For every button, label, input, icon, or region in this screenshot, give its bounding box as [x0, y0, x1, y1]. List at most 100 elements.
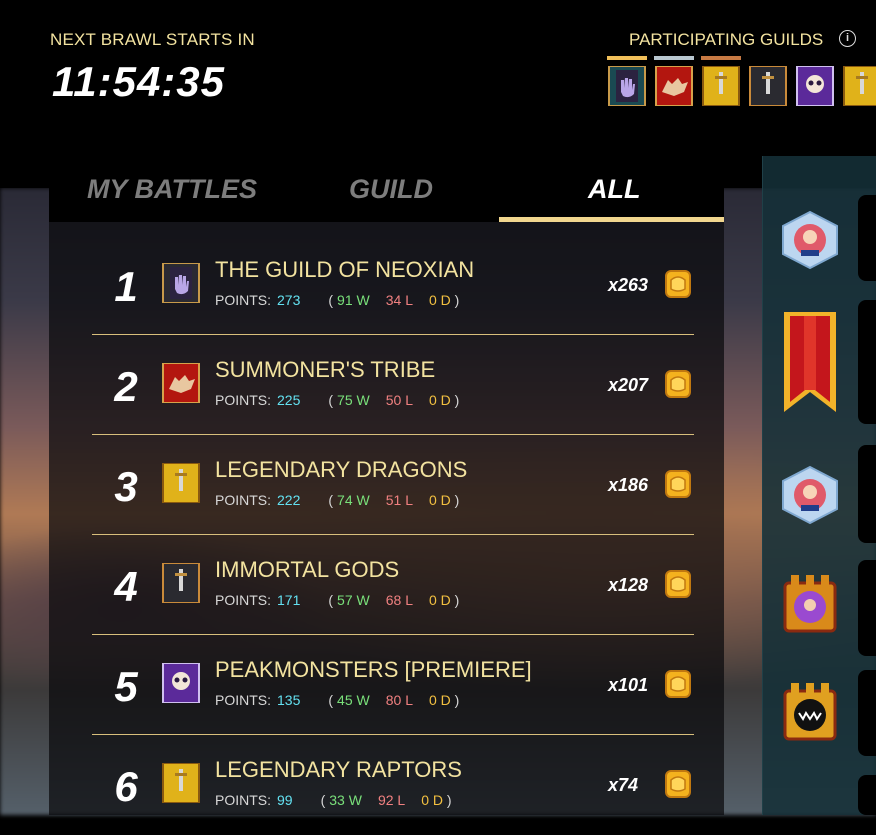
draws-value: 0 D	[428, 392, 451, 408]
merit-icon	[665, 670, 691, 698]
paren-open: (	[328, 392, 334, 408]
skull-purple-banner-icon[interactable]	[795, 66, 835, 106]
next-brawl-label: NEXT BRAWL STARTS IN	[50, 30, 255, 49]
points-label: POINTS:	[215, 692, 272, 708]
merit-icon	[665, 270, 691, 298]
participating-guilds-label: PARTICIPATING GUILDS	[629, 30, 824, 49]
losses-value: 34 L	[385, 292, 413, 308]
points-value: 99	[277, 792, 293, 808]
hand-banner-icon[interactable]	[607, 66, 647, 106]
summoner-avatar-icon[interactable]	[779, 210, 841, 270]
reward-multiplier: x74	[608, 775, 639, 795]
guild-rank: 6	[114, 763, 138, 810]
reward-multiplier: x207	[608, 375, 649, 395]
draws-value: 0 D	[428, 292, 451, 308]
guild-row[interactable]: 1 THE GUILD OF NEOXIAN POINTS: 273 (91 W 34…	[92, 235, 694, 335]
sword-gold-banner-icon	[162, 463, 200, 503]
guild-name[interactable]: LEGENDARY DRAGONS	[215, 457, 467, 483]
side-card	[858, 445, 876, 543]
reward-multiplier: x263	[608, 275, 649, 295]
paren-open: (	[320, 792, 326, 808]
paren-close: )	[443, 792, 452, 808]
guild-stats: POINTS: 135 (45 W 80 L 0 D )	[215, 692, 459, 708]
points-value: 222	[277, 492, 301, 508]
guild-stats: POINTS: 222 (74 W 51 L 0 D )	[215, 492, 459, 508]
draws-value: 0 D	[428, 592, 451, 608]
points-label: POINTS:	[215, 492, 272, 508]
guild-row[interactable]: 6 LEGENDARY RAPTORS POINTS: 99 (33 W 92 L 0 …	[92, 735, 694, 835]
paren-open: (	[328, 292, 334, 308]
info-icon[interactable]: i	[839, 30, 856, 47]
paren-open: (	[328, 592, 334, 608]
merit-icon	[665, 370, 691, 398]
sword-gold-banner-icon[interactable]	[842, 66, 876, 106]
reward-multiplier: x128	[608, 575, 649, 595]
sword-dark-banner-icon	[162, 563, 200, 603]
wins-value: 91 W	[337, 292, 370, 308]
paren-open: (	[328, 492, 334, 508]
tab-my-battles[interactable]: MY BATTLES	[87, 174, 257, 205]
reward-multiplier: x101	[608, 675, 649, 695]
guild-row[interactable]: 3 LEGENDARY DRAGONS POINTS: 222 (74 W 51 L 0…	[92, 435, 694, 535]
wins-value: 33 W	[329, 792, 362, 808]
active-tab-underline	[499, 217, 724, 222]
guild-row[interactable]: 2 SUMMONER'S TRIBE POINTS: 225 (75 W 50 L 0 …	[92, 335, 694, 435]
guild-stats: POINTS: 225 (75 W 50 L 0 D )	[215, 392, 459, 408]
paren-close: )	[450, 692, 460, 708]
rank-bar-gold	[607, 56, 647, 60]
paren-open: (	[328, 692, 334, 708]
tab-all[interactable]: ALL	[588, 174, 640, 205]
castle-crest-icon[interactable]	[779, 575, 841, 639]
wins-value: 57 W	[337, 592, 370, 608]
paren-close: )	[450, 292, 460, 308]
guild-row[interactable]: 5 PEAKMONSTERS [PREMIERE] POINTS: 135 (45 …	[92, 635, 694, 735]
monster-crest-icon[interactable]	[779, 683, 841, 747]
wolf-banner-icon[interactable]	[654, 66, 694, 106]
points-label: POINTS:	[215, 292, 272, 308]
wolf-banner-icon	[162, 363, 200, 403]
guild-name[interactable]: THE GUILD OF NEOXIAN	[215, 257, 474, 283]
guild-name[interactable]: IMMORTAL GODS	[215, 557, 399, 583]
points-label: POINTS:	[215, 392, 272, 408]
hand-banner-icon	[162, 263, 200, 303]
tab-guild[interactable]: GUILD	[349, 174, 433, 205]
points-label: POINTS:	[215, 592, 272, 608]
guild-rank: 5	[114, 663, 138, 710]
guild-rank: 3	[114, 463, 138, 510]
rank-bar-bronze	[701, 56, 741, 60]
guild-stats: POINTS: 99 (33 W 92 L 0 D )	[215, 792, 452, 808]
side-card	[858, 195, 876, 281]
skull-purple-banner-icon	[162, 663, 200, 703]
side-card	[858, 775, 876, 815]
paren-close: )	[450, 392, 460, 408]
summoner-avatar-icon[interactable]	[779, 465, 841, 525]
points-value: 273	[277, 292, 301, 308]
merit-icon	[665, 570, 691, 598]
guild-name[interactable]: SUMMONER'S TRIBE	[215, 357, 435, 383]
guild-rank: 2	[114, 363, 138, 410]
rank-bar-silver	[654, 56, 694, 60]
draws-value: 0 D	[428, 692, 451, 708]
reward-multiplier: x186	[608, 475, 649, 495]
points-value: 135	[277, 692, 301, 708]
sword-dark-banner-icon[interactable]	[748, 66, 788, 106]
guild-name[interactable]: PEAKMONSTERS [PREMIERE]	[215, 657, 532, 683]
merit-icon	[665, 470, 691, 498]
red-banner-icon[interactable]	[782, 312, 838, 416]
guild-name[interactable]: LEGENDARY RAPTORS	[215, 757, 462, 783]
side-card	[858, 300, 876, 424]
losses-value: 50 L	[385, 392, 413, 408]
guild-stats: POINTS: 171 (57 W 68 L 0 D )	[215, 592, 459, 608]
participating-guilds-strip	[604, 56, 876, 108]
guild-stats: POINTS: 273 (91 W 34 L 0 D )	[215, 292, 459, 308]
losses-value: 92 L	[377, 792, 406, 808]
wins-value: 45 W	[337, 692, 370, 708]
points-label: POINTS:	[215, 792, 272, 808]
side-card	[858, 670, 876, 756]
side-card	[858, 560, 876, 656]
losses-value: 51 L	[385, 492, 413, 508]
draws-value: 0 D	[428, 492, 451, 508]
wins-value: 75 W	[337, 392, 370, 408]
sword-gold-banner-icon[interactable]	[701, 66, 741, 106]
guild-row[interactable]: 4 IMMORTAL GODS POINTS: 171 (57 W 68 L 0 D )…	[92, 535, 694, 635]
